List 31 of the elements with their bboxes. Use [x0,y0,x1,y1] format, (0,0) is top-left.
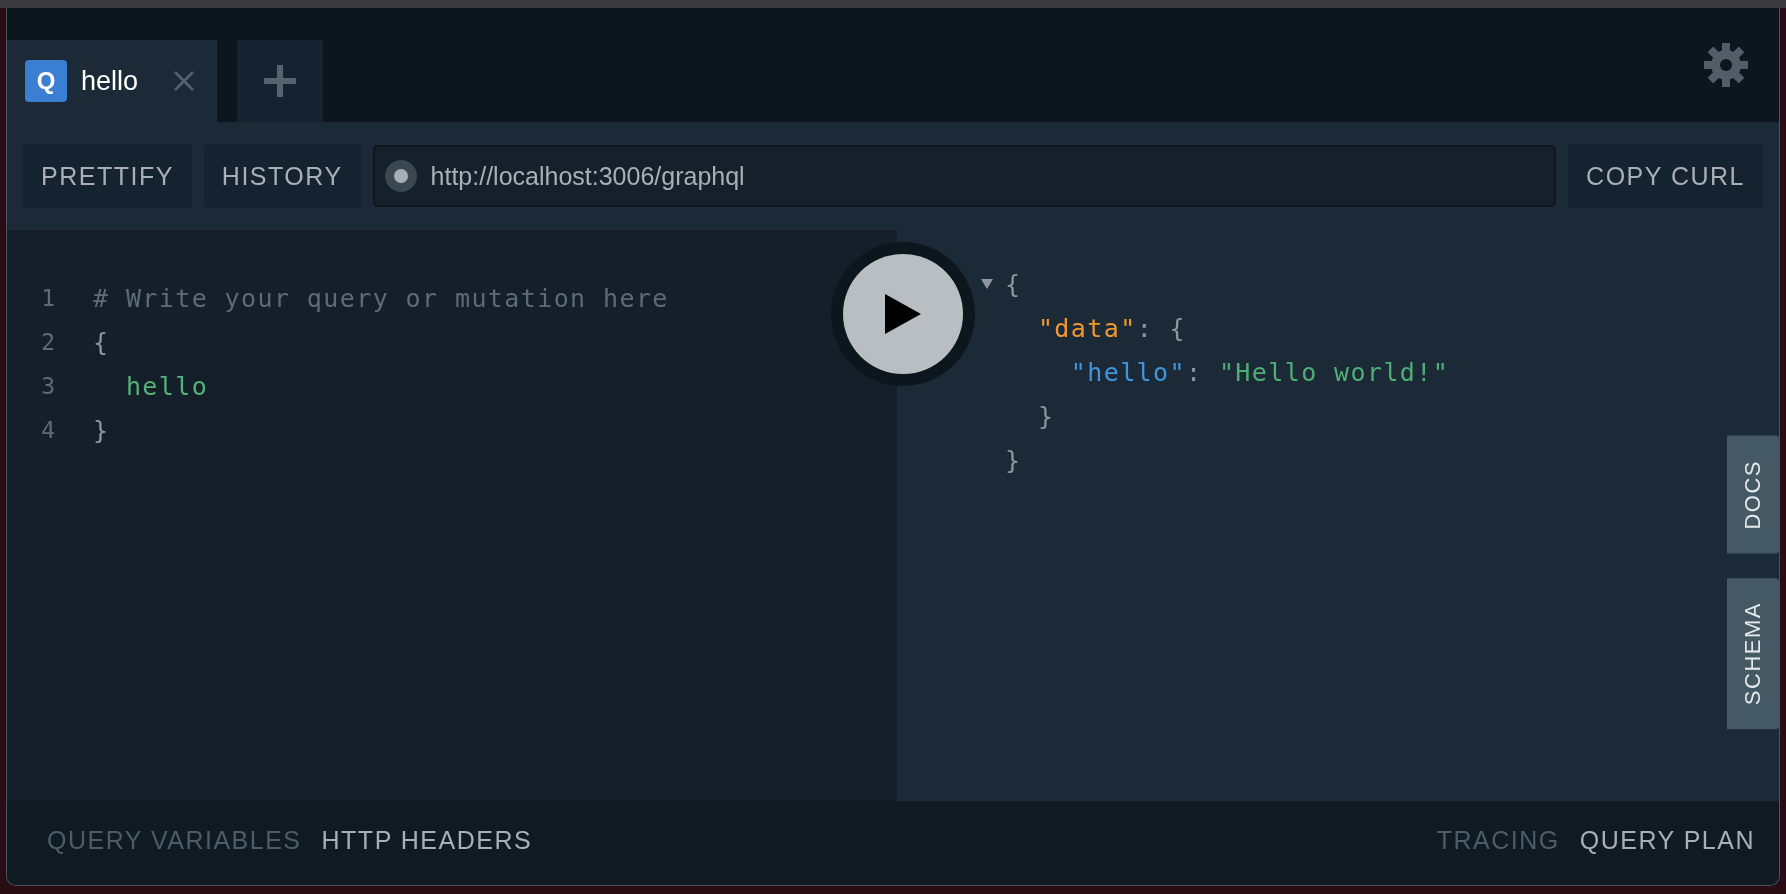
code-line: # Write your query or mutation here [93,283,669,313]
new-tab-button[interactable] [237,40,323,122]
side-panel-tab[interactable]: DOCS [1727,436,1779,554]
endpoint-field[interactable]: http://localhost:3006/graphql [372,145,1557,207]
result-line: } [1005,445,1022,475]
line-number: 1 [40,285,55,311]
toolbar-button[interactable]: HISTORY [203,144,361,208]
bottom-panel-tab[interactable]: QUERY PLAN [1579,825,1755,855]
line-number: 3 [40,373,55,399]
result-line: { [1005,269,1022,299]
query-badge: Q [25,60,67,102]
collapse-caret-icon[interactable] [981,279,993,289]
line-number: 4 [40,417,55,443]
tab-title: hello [81,65,140,97]
code-line: hello [124,371,209,401]
close-icon[interactable] [173,70,195,92]
line-number: 2 [40,329,55,355]
plus-icon [262,63,298,99]
status-indicator-icon [384,160,417,192]
code-line: } [93,415,110,445]
copy-curl-button[interactable]: COPY CURL [1568,144,1763,208]
code-line: { [93,327,110,357]
side-panel-tab[interactable]: SCHEMA [1727,577,1779,729]
play-icon [883,292,923,336]
query-tab[interactable]: Q hello [7,40,217,122]
bottom-panel-tab[interactable]: HTTP HEADERS [321,825,533,855]
result-line: } [1036,401,1055,431]
settings-icon[interactable] [1703,42,1749,88]
toolbar-button[interactable]: PRETTIFY [23,144,192,208]
result-line: "data": { [1036,313,1186,343]
result-line: "hello": "Hello world!" [1069,357,1450,387]
